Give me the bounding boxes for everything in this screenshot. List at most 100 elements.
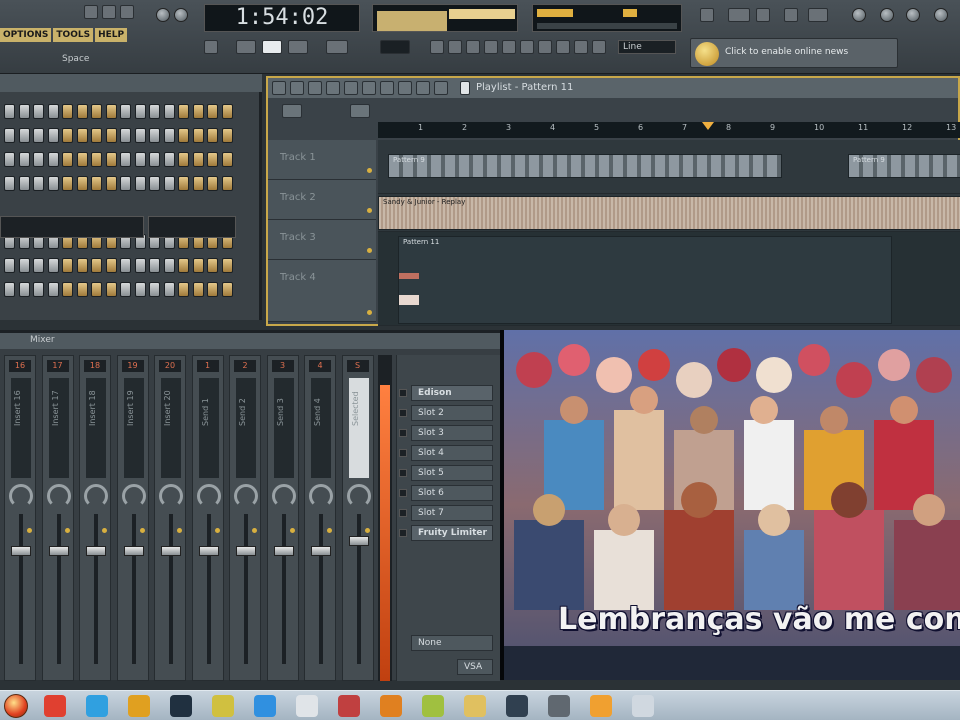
step-button[interactable] [149, 176, 160, 191]
mixer-strip[interactable]: 17 Insert 17 [41, 355, 74, 681]
step-button[interactable] [221, 258, 233, 273]
volume-fader[interactable] [273, 546, 294, 556]
step-button[interactable] [47, 104, 59, 119]
master-volume-knob[interactable] [156, 8, 170, 22]
volume-fader[interactable] [11, 546, 31, 556]
mixer-strip[interactable]: 16 Insert 16 [4, 355, 36, 681]
mixer-strip[interactable]: 19 Insert 19 [116, 355, 149, 681]
step-button[interactable] [33, 282, 44, 297]
step-button[interactable] [149, 258, 160, 273]
pattern-clip[interactable]: Pattern 9 [848, 154, 960, 178]
step-button[interactable] [105, 128, 117, 143]
volume-fader[interactable] [311, 546, 331, 556]
step-button[interactable] [33, 152, 44, 167]
step-button[interactable] [91, 104, 102, 119]
step-button[interactable] [178, 176, 189, 191]
vlc-icon[interactable] [380, 695, 402, 717]
plugin-icon[interactable] [906, 8, 920, 22]
playlist-menu-button[interactable] [272, 81, 286, 95]
step-button[interactable] [178, 282, 189, 297]
online-news-panel[interactable]: Click to enable online news [690, 38, 898, 68]
step-button[interactable] [178, 152, 189, 167]
step-button[interactable] [221, 128, 233, 143]
step-button[interactable] [91, 282, 102, 297]
mute-tool-icon[interactable] [344, 81, 358, 95]
step-edit-button[interactable] [502, 40, 516, 54]
zoom-tool-icon[interactable] [416, 81, 430, 95]
track-lane[interactable]: Pattern 9 Pattern 9 [378, 140, 960, 194]
stop-button[interactable] [236, 40, 256, 54]
step-button[interactable] [105, 152, 117, 167]
chrome-icon[interactable] [44, 695, 66, 717]
fx-slot[interactable]: Fruity Limiter [411, 525, 493, 541]
close-button[interactable] [120, 5, 134, 19]
step-button[interactable] [207, 152, 218, 167]
volume-fader[interactable] [198, 546, 219, 556]
fx-slot[interactable]: Slot 3 [411, 425, 493, 441]
step-button[interactable] [207, 104, 218, 119]
step-button[interactable] [18, 104, 30, 119]
step-sequencer-view-button[interactable] [728, 8, 750, 22]
typing-keyboard-button[interactable] [520, 40, 534, 54]
fader-track[interactable] [94, 514, 98, 664]
step-button[interactable] [18, 176, 30, 191]
step-button[interactable] [149, 128, 160, 143]
step-button[interactable] [18, 152, 30, 167]
step-button[interactable] [62, 258, 73, 273]
step-button[interactable] [4, 104, 15, 119]
gear-icon[interactable] [880, 8, 894, 22]
step-button[interactable] [178, 258, 189, 273]
step-button[interactable] [76, 104, 88, 119]
pan-knob[interactable] [196, 484, 221, 508]
step-button[interactable] [62, 128, 73, 143]
folder-icon[interactable] [464, 695, 486, 717]
step-button[interactable] [76, 128, 88, 143]
select-tool-icon[interactable] [398, 81, 412, 95]
step-button[interactable] [18, 282, 30, 297]
step-button[interactable] [207, 128, 218, 143]
fx-slot-toggle[interactable] [399, 529, 407, 537]
step-button[interactable] [62, 282, 73, 297]
track-header[interactable]: Track 1 [268, 140, 376, 180]
playlist-view-button[interactable] [700, 8, 714, 22]
step-button[interactable] [91, 176, 102, 191]
fader-track[interactable] [206, 514, 211, 664]
step-button[interactable] [76, 282, 88, 297]
fx-slot[interactable]: Slot 4 [411, 445, 493, 461]
fx-slot[interactable]: Slot 6 [411, 485, 493, 501]
step-button[interactable] [192, 128, 204, 143]
step-button[interactable] [163, 176, 175, 191]
step-button[interactable] [120, 152, 131, 167]
mixer-strip[interactable]: 20 Insert 20 [154, 355, 186, 681]
fl-studio-icon[interactable] [212, 695, 234, 717]
clock-icon[interactable] [296, 695, 318, 717]
fx-enable-led[interactable] [139, 528, 145, 533]
brush-tool-icon[interactable] [308, 81, 322, 95]
fx-slot-toggle[interactable] [399, 389, 407, 397]
volume-fader[interactable] [48, 546, 69, 556]
star-icon[interactable] [590, 695, 612, 717]
step-button[interactable] [62, 176, 73, 191]
step-button[interactable] [91, 258, 102, 273]
fx-enable-led[interactable] [364, 528, 370, 533]
fx-enable-led[interactable] [27, 528, 32, 533]
multilink-button[interactable] [538, 40, 552, 54]
step-button[interactable] [163, 152, 175, 167]
settings-icon[interactable] [852, 8, 866, 22]
menu-options[interactable]: OPTIONS [0, 28, 52, 42]
step-button[interactable] [4, 128, 15, 143]
fx-slot-toggle[interactable] [399, 429, 407, 437]
audio-clip[interactable]: Sandy & Junior - Replay [378, 196, 960, 230]
fx-slot-toggle[interactable] [399, 489, 407, 497]
step-button[interactable] [120, 282, 131, 297]
browser-view-button[interactable] [784, 8, 798, 22]
step-button[interactable] [221, 282, 233, 297]
step-button[interactable] [178, 128, 189, 143]
pan-knob[interactable] [309, 484, 333, 508]
acrobat-icon[interactable] [338, 695, 360, 717]
fx-enable-led[interactable] [64, 528, 70, 533]
step-button[interactable] [163, 128, 175, 143]
track-lane[interactable]: Sandy & Junior - Replay [378, 194, 960, 232]
step-button[interactable] [47, 128, 59, 143]
step-button[interactable] [62, 152, 73, 167]
